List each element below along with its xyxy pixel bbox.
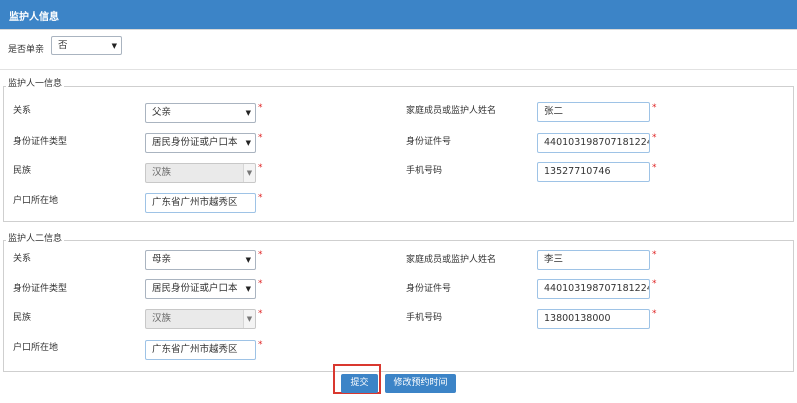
modify-appointment-button[interactable]: 修改预约时间 <box>385 374 456 393</box>
required-mark: * <box>258 340 263 350</box>
required-mark: * <box>652 133 657 143</box>
guardian1-id-type-select[interactable]: 居民身份证或户口本 ▼ <box>145 133 256 153</box>
guardian2-name-value: 李三 <box>544 254 564 265</box>
required-mark: * <box>258 133 263 143</box>
divider <box>0 69 797 70</box>
guardian2-id-number-input[interactable]: 440103198707181224 <box>537 279 650 299</box>
guardian2-ethnicity-select[interactable]: 汉族 ▼ <box>145 309 256 329</box>
required-mark: * <box>258 193 263 203</box>
chevron-down-icon: ▼ <box>243 310 255 328</box>
chevron-down-icon: ▼ <box>243 134 251 152</box>
guardian1-fieldset <box>3 86 794 222</box>
guardian2-relation-label: 关系 <box>13 254 32 264</box>
guardian2-phone-input[interactable]: 13800138000 <box>537 309 650 329</box>
required-mark: * <box>258 279 263 289</box>
required-mark: * <box>258 309 263 319</box>
guardian1-ethnicity-label: 民族 <box>13 166 32 176</box>
chevron-down-icon: ▼ <box>245 256 251 264</box>
guardian2-hukou-input[interactable]: 广东省广州市越秀区 <box>145 340 256 360</box>
guardian2-name-label: 家庭成员或监护人姓名 <box>406 255 497 265</box>
required-mark: * <box>258 103 263 113</box>
single-parent-value: 否 <box>58 40 68 51</box>
guardian1-id-number-value: 440103198707181224 <box>544 137 650 148</box>
single-parent-row: 是否单亲 否 ▼ <box>0 36 797 58</box>
guardian1-legend: 监护人一信息 <box>6 76 65 89</box>
required-mark: * <box>652 309 657 319</box>
single-parent-select[interactable]: 否 ▼ <box>51 36 122 55</box>
guardian1-relation-value: 父亲 <box>152 107 172 118</box>
guardian1-hukou-input[interactable]: 广东省广州市越秀区 <box>145 193 256 213</box>
guardian1-phone-label: 手机号码 <box>406 166 443 176</box>
guardian2-legend: 监护人二信息 <box>6 231 65 244</box>
guardian2-phone-label: 手机号码 <box>406 313 443 323</box>
chevron-down-icon: ▼ <box>245 109 251 117</box>
required-mark: * <box>652 103 657 113</box>
single-parent-label: 是否单亲 <box>8 45 45 55</box>
required-mark: * <box>652 250 657 260</box>
guardian1-ethnicity-select[interactable]: 汉族 ▼ <box>145 163 256 183</box>
guardian2-ethnicity-label: 民族 <box>13 313 32 323</box>
required-mark: * <box>652 163 657 173</box>
guardian1-name-value: 张二 <box>544 106 564 117</box>
guardian1-id-number-input[interactable]: 440103198707181224 <box>537 133 650 153</box>
chevron-down-icon: ▼ <box>243 164 255 182</box>
required-mark: * <box>258 250 263 260</box>
guardian1-id-type-value: 居民身份证或户口本 <box>152 137 238 148</box>
guardian1-hukou-label: 户口所在地 <box>13 196 59 206</box>
guardian1-name-input[interactable]: 张二 <box>537 102 650 122</box>
chevron-down-icon: ▼ <box>111 42 117 50</box>
guardian1-ethnicity-value: 汉族 <box>152 167 172 178</box>
chevron-down-icon: ▼ <box>243 280 251 298</box>
guardian2-id-number-value: 440103198707181224 <box>544 283 650 294</box>
guardian2-id-type-label: 身份证件类型 <box>13 284 68 294</box>
guardian2-relation-select[interactable]: 母亲 ▼ <box>145 250 256 270</box>
guardian1-relation-label: 关系 <box>13 106 32 116</box>
guardian2-hukou-label: 户口所在地 <box>13 343 59 353</box>
guardian2-name-input[interactable]: 李三 <box>537 250 650 270</box>
guardian2-id-type-select[interactable]: 居民身份证或户口本 ▼ <box>145 279 256 299</box>
guardian2-fieldset <box>3 240 794 372</box>
required-mark: * <box>652 279 657 289</box>
section-header: 监护人信息 <box>0 0 797 29</box>
guardian1-hukou-value: 广东省广州市越秀区 <box>152 197 238 208</box>
guardian1-id-type-label: 身份证件类型 <box>13 137 68 147</box>
guardian1-id-number-label: 身份证件号 <box>406 137 452 147</box>
guardian2-hukou-value: 广东省广州市越秀区 <box>152 344 238 355</box>
guardian1-phone-input[interactable]: 13527710746 <box>537 162 650 182</box>
guardian2-ethnicity-value: 汉族 <box>152 313 172 324</box>
section-title: 监护人信息 <box>9 12 59 23</box>
required-mark: * <box>258 163 263 173</box>
submit-button[interactable]: 提交 <box>341 374 378 393</box>
guardian1-name-label: 家庭成员或监护人姓名 <box>406 106 497 116</box>
guardian2-id-number-label: 身份证件号 <box>406 284 452 294</box>
guardian2-relation-value: 母亲 <box>152 254 172 265</box>
header-divider <box>0 29 797 30</box>
guardian1-relation-select[interactable]: 父亲 ▼ <box>145 103 256 123</box>
guardian2-phone-value: 13800138000 <box>544 313 611 324</box>
guardian2-id-type-value: 居民身份证或户口本 <box>152 283 238 294</box>
guardian1-phone-value: 13527710746 <box>544 166 611 177</box>
